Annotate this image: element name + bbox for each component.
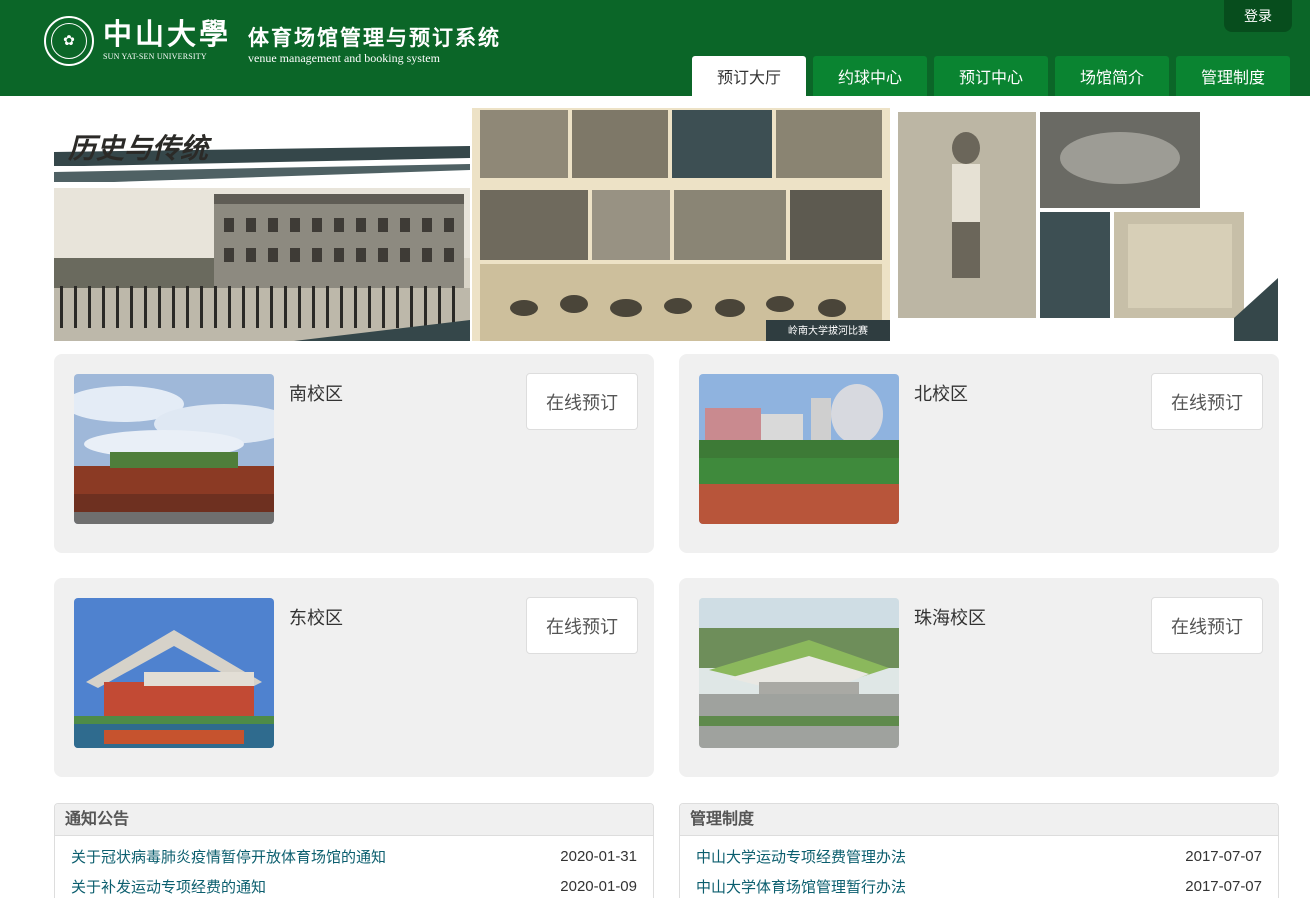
campus-name-east: 东校区 [289, 608, 343, 628]
notices-panel: 通知公告 关于冠状病毒肺炎疫情暂停开放体育场馆的通知 2020-01-31 关于… [54, 803, 654, 898]
banner-caption: 岭南大学拔河比赛 [788, 324, 868, 337]
campus-card-north: 北校区 在线预订 [679, 354, 1279, 553]
login-button[interactable]: 登录 [1224, 0, 1292, 32]
rule-row: 中山大学体育场馆管理暂行办法 2017-07-07 [696, 874, 1262, 898]
campus-name-north: 北校区 [914, 384, 968, 404]
seal-inner-ring: ✿ [51, 23, 87, 59]
campus-photo-east [74, 598, 274, 748]
rule-link[interactable]: 中山大学运动专项经费管理办法 [696, 846, 906, 867]
rule-date: 2017-07-07 [1185, 877, 1262, 895]
tab-match-center[interactable]: 约球中心 [813, 56, 927, 96]
campus-card-east: 东校区 在线预订 [54, 578, 654, 777]
rule-date: 2017-07-07 [1185, 847, 1262, 865]
tab-management-rules[interactable]: 管理制度 [1176, 56, 1290, 96]
tab-booking-center[interactable]: 预订中心 [934, 56, 1048, 96]
campus-name-zhuhai: 珠海校区 [914, 608, 986, 628]
campus-card-south: 南校区 在线预订 [54, 354, 654, 553]
tab-venue-intro[interactable]: 场馆简介 [1055, 56, 1169, 96]
notice-link[interactable]: 关于补发运动专项经费的通知 [71, 876, 266, 897]
notice-row: 关于冠状病毒肺炎疫情暂停开放体育场馆的通知 2020-01-31 [71, 844, 637, 868]
campus-name-south: 南校区 [289, 384, 343, 404]
book-online-button-south[interactable]: 在线预订 [526, 373, 638, 430]
campus-card-zhuhai: 珠海校区 在线预订 [679, 578, 1279, 777]
system-title-cn: 体育场馆管理与预订系统 [248, 25, 501, 50]
site-header: ✿ 中山大學 SUN YAT-SEN UNIVERSITY 体育场馆管理与预订系… [0, 0, 1310, 96]
banner-collage-image: 岭南大学拔河比赛 历史与传统 [54, 108, 1278, 341]
notice-date: 2020-01-09 [560, 877, 637, 895]
notice-row: 关于补发运动专项经费的通知 2020-01-09 [71, 874, 637, 898]
rules-panel-title: 管理制度 [680, 804, 1278, 836]
tab-booking-hall[interactable]: 预订大厅 [692, 56, 806, 96]
history-banner: 岭南大学拔河比赛 历史与传统 [54, 108, 1278, 341]
campus-photo-south [74, 374, 274, 524]
campus-photo-zhuhai [699, 598, 899, 748]
campus-photo-north [699, 374, 899, 524]
university-name-en: SUN YAT-SEN UNIVERSITY [103, 52, 207, 61]
notice-date: 2020-01-31 [560, 847, 637, 865]
book-online-button-zhuhai[interactable]: 在线预订 [1151, 597, 1263, 654]
book-online-button-east[interactable]: 在线预订 [526, 597, 638, 654]
banner-heading: 历史与传统 [68, 132, 213, 165]
system-title-en: venue management and booking system [248, 51, 440, 65]
book-online-button-north[interactable]: 在线预订 [1151, 373, 1263, 430]
rules-panel: 管理制度 中山大学运动专项经费管理办法 2017-07-07 中山大学体育场馆管… [679, 803, 1279, 898]
notice-link[interactable]: 关于冠状病毒肺炎疫情暂停开放体育场馆的通知 [71, 846, 386, 867]
notices-panel-title: 通知公告 [55, 804, 653, 836]
university-seal-logo: ✿ [44, 16, 94, 66]
rule-link[interactable]: 中山大学体育场馆管理暂行办法 [696, 876, 906, 897]
rule-row: 中山大学运动专项经费管理办法 2017-07-07 [696, 844, 1262, 868]
university-name-cn: 中山大學 [103, 17, 232, 51]
